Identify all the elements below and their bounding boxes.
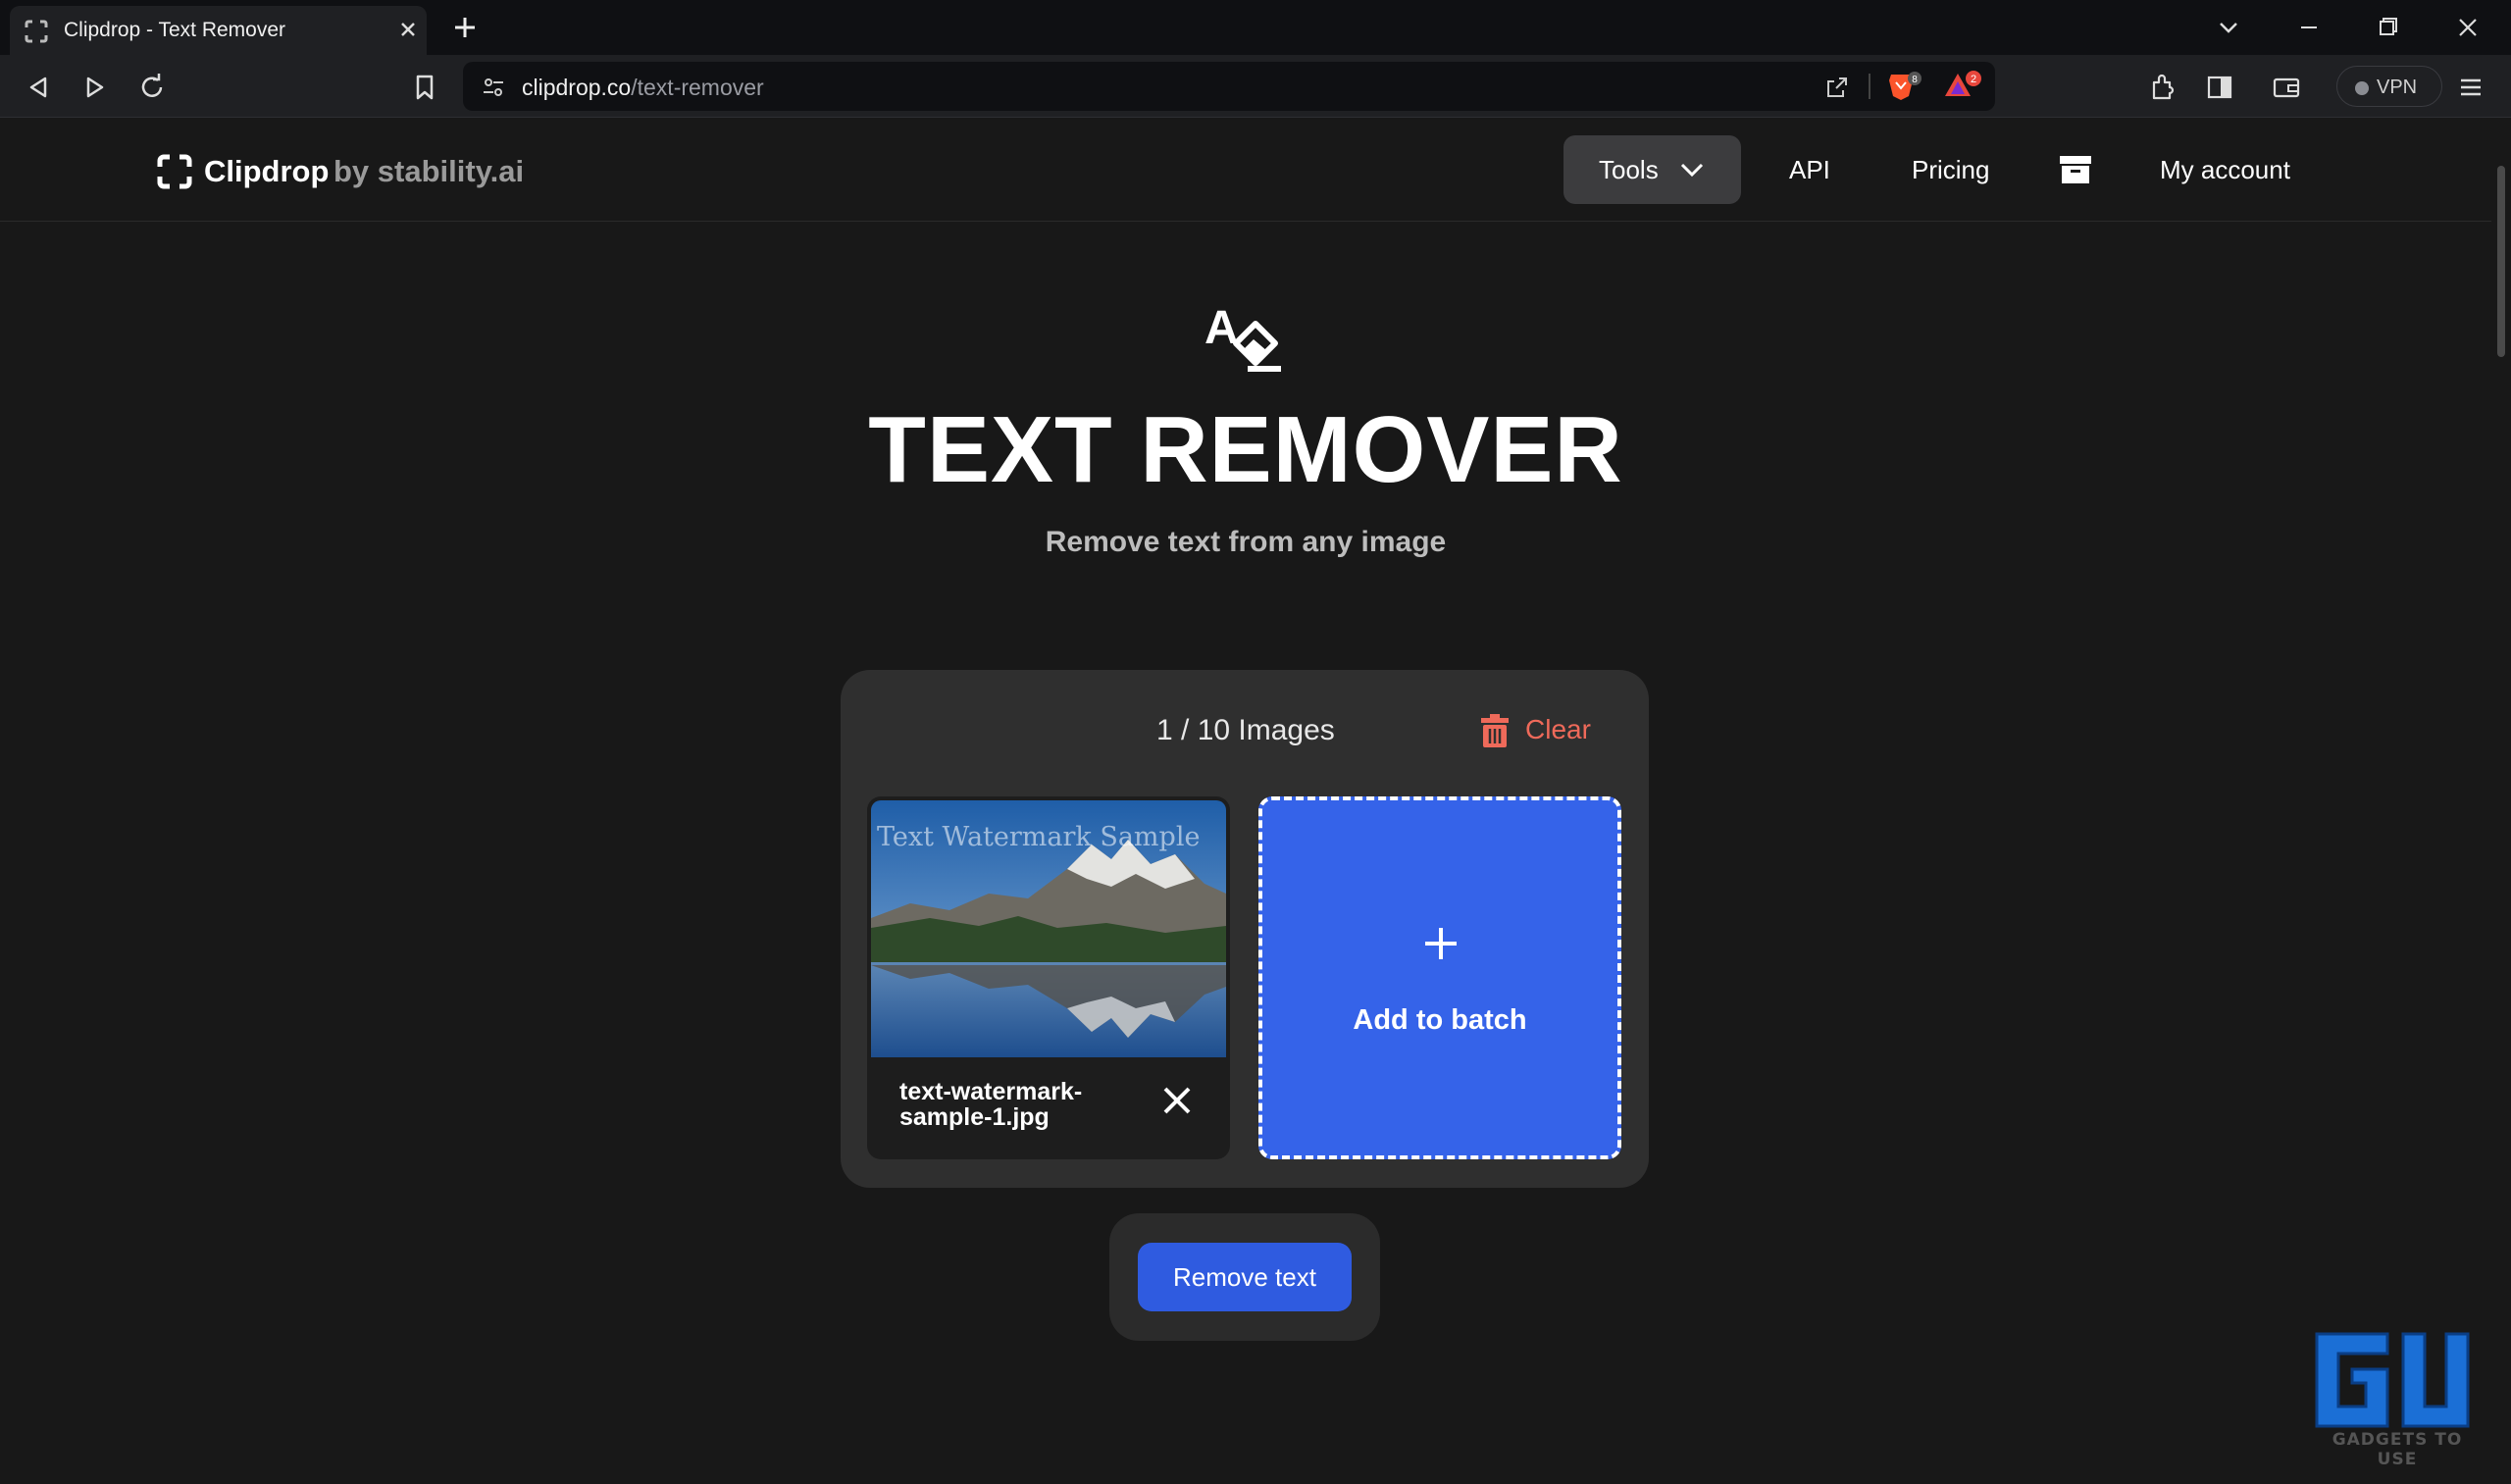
- menu-icon[interactable]: [2454, 71, 2487, 104]
- close-window-icon[interactable]: [2448, 12, 2487, 43]
- tab-close-icon[interactable]: [394, 16, 422, 43]
- image-thumbnail[interactable]: Text Watermark Sample: [871, 800, 1226, 1057]
- clipdrop-logo-icon: [157, 154, 192, 189]
- tab-search-chevron-icon[interactable]: [2209, 12, 2248, 43]
- nav-api[interactable]: API: [1789, 155, 1830, 185]
- batch-panel: 1 / 10 Images Clear Text Watermark Sampl…: [841, 670, 1649, 1188]
- forward-icon[interactable]: [78, 71, 112, 104]
- remove-text-button[interactable]: Remove text: [1138, 1243, 1352, 1311]
- plus-icon: [1425, 928, 1457, 959]
- scrollbar-thumb[interactable]: [2497, 166, 2505, 357]
- brave-rewards-icon[interactable]: 2: [1944, 70, 1983, 103]
- nav-pricing[interactable]: Pricing: [1912, 155, 1989, 185]
- page-title: TEXT REMOVER: [868, 397, 1623, 502]
- trash-icon: [1481, 714, 1509, 747]
- sidebar-toggle-icon[interactable]: [2203, 71, 2236, 104]
- watermark-text: Text Watermark Sample: [877, 822, 1201, 852]
- wallet-icon[interactable]: [2270, 71, 2303, 104]
- new-tab-icon[interactable]: [449, 12, 481, 43]
- image-filename: text-watermark-sample-1.jpg: [899, 1078, 1083, 1131]
- vpn-status-icon: [2355, 81, 2369, 95]
- back-icon[interactable]: [22, 71, 55, 104]
- gtu-logo-text: GADGETS TO USE: [2332, 1430, 2463, 1469]
- text-eraser-icon: A: [1204, 302, 1281, 372]
- bookmark-icon[interactable]: [408, 71, 441, 104]
- tools-menu-button[interactable]: Tools: [1563, 135, 1741, 204]
- restore-icon[interactable]: [2368, 12, 2407, 43]
- browser-tab-bar: Clipdrop - Text Remover: [0, 0, 2511, 55]
- add-to-batch-button[interactable]: Add to batch: [1258, 796, 1621, 1159]
- page-scrollbar[interactable]: [2491, 119, 2511, 1484]
- remove-image-icon[interactable]: [1159, 1083, 1195, 1118]
- reload-icon[interactable]: [135, 71, 169, 104]
- brand-by: by stability.ai: [333, 154, 525, 188]
- extensions-icon[interactable]: [2146, 71, 2179, 104]
- site-header: Clipdrop by stability.ai Tools API Prici…: [0, 119, 2491, 222]
- brave-shields-icon[interactable]: 8: [1887, 71, 1926, 102]
- url-divider: [1869, 74, 1870, 99]
- nav-my-account[interactable]: My account: [2160, 155, 2290, 185]
- image-count: 1 / 10 Images: [1156, 714, 1335, 746]
- vpn-label: VPN: [2377, 77, 2418, 98]
- vpn-button[interactable]: VPN: [2336, 66, 2442, 107]
- letter-a-glyph: A: [1204, 302, 1239, 354]
- clear-label: Clear: [1525, 714, 1591, 744]
- page-subtitle: Remove text from any image: [1045, 526, 1447, 558]
- url-text: clipdrop.co/text-remover: [522, 75, 764, 101]
- url-host: clipdrop.co: [522, 75, 632, 100]
- gtu-logo-icon: [2315, 1332, 2470, 1428]
- browser-tab[interactable]: Clipdrop - Text Remover: [10, 6, 427, 55]
- remove-text-container: Remove text: [1109, 1213, 1380, 1341]
- address-bar[interactable]: clipdrop.co/text-remover 8 2: [463, 62, 1995, 111]
- chevron-down-icon: [1680, 163, 1704, 178]
- site-settings-icon[interactable]: [481, 75, 506, 100]
- archive-icon[interactable]: [2059, 154, 2092, 185]
- remove-text-label: Remove text: [1173, 1262, 1316, 1292]
- browser-toolbar: clipdrop.co/text-remover 8 2 VPN: [0, 55, 2511, 118]
- tab-title: Clipdrop - Text Remover: [64, 19, 286, 41]
- url-path: /text-remover: [631, 75, 764, 100]
- clipdrop-favicon-icon: [25, 20, 48, 43]
- shield-count: 8: [1912, 75, 1918, 85]
- share-icon[interactable]: [1823, 74, 1851, 101]
- rewards-count: 2: [1971, 74, 1976, 85]
- batch-image-card: Text Watermark Sample text-watermark-sam…: [867, 796, 1230, 1159]
- tools-label: Tools: [1599, 155, 1659, 184]
- gadgets-to-use-logo: GADGETS TO USE: [2309, 1328, 2485, 1469]
- brand-name: Clipdrop: [204, 154, 330, 188]
- minimize-icon[interactable]: [2289, 12, 2329, 43]
- add-to-batch-label: Add to batch: [1353, 1004, 1527, 1036]
